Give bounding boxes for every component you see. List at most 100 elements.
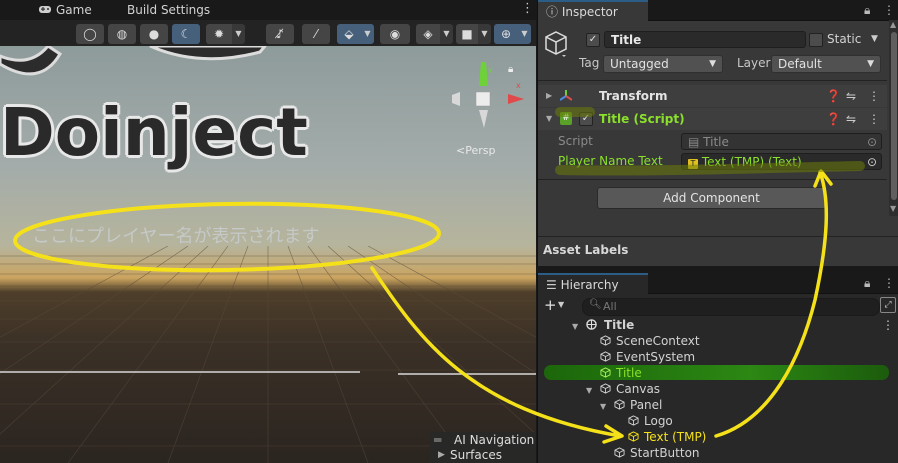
lock-icon[interactable]: 🔒︎ bbox=[864, 3, 870, 18]
gizmo-dropdown[interactable]: ▼ bbox=[361, 24, 374, 44]
layers-dropdown[interactable]: ▼ bbox=[440, 24, 453, 44]
unity-scene-icon bbox=[586, 317, 597, 333]
hierarchy-row-scene[interactable]: ▼ Title ⋮ bbox=[538, 317, 898, 333]
object-picker-icon[interactable]: ⊙ bbox=[867, 154, 877, 171]
fx-button[interactable]: ⁄ bbox=[302, 24, 330, 44]
audio-mute-icon: ♪̸ bbox=[276, 27, 284, 41]
component-enabled-checkbox[interactable]: ✓ bbox=[579, 112, 593, 126]
debug-icon: ✹ bbox=[213, 27, 225, 41]
foldout-arrow-icon[interactable]: ▶ bbox=[438, 450, 445, 460]
hierarchy-row-text-tmp[interactable]: Text (TMP) bbox=[538, 429, 898, 445]
hierarchy-row-canvas[interactable]: ▼ Canvas bbox=[538, 381, 898, 397]
more-options-icon[interactable]: ⋮ bbox=[883, 276, 895, 290]
more-options-icon[interactable]: ⋮ bbox=[521, 1, 534, 16]
surfaces-label[interactable]: Surfaces bbox=[450, 448, 502, 462]
lock-icon[interactable]: 🔒︎ bbox=[508, 64, 513, 75]
hierarchy-panel: ☰ Hierarchy 🔒︎ ⋮ + ▼ 🔍︎ All ⤢ ▼ Title ⋮ … bbox=[537, 273, 898, 463]
persp-label[interactable]: <Persp bbox=[456, 144, 495, 157]
shaded-button[interactable]: ● bbox=[140, 24, 168, 44]
hierarchy-row-logo[interactable]: Logo bbox=[538, 413, 898, 429]
title-script-component-header[interactable]: ▼ # ✓ Title (Script) ❓ ⇋ ⋮ bbox=[538, 108, 887, 130]
foldout-arrow-icon[interactable]: ▼ bbox=[546, 108, 552, 130]
static-label: Static bbox=[827, 32, 862, 46]
tag-label: Tag bbox=[579, 56, 600, 70]
add-icon[interactable]: + bbox=[544, 296, 557, 314]
audio-mute-button[interactable]: ♪̸ bbox=[266, 24, 294, 44]
hierarchy-tab-label: Hierarchy bbox=[560, 278, 619, 292]
inspector-panel: ⓘ Inspector 🔒︎ ⋮ ✓ Title Static ▼ Tag Un… bbox=[537, 0, 898, 266]
debug-draw-button[interactable]: ✹ bbox=[206, 24, 232, 44]
hierarchy-item-label: EventSystem bbox=[616, 350, 696, 364]
asset-labels-header[interactable]: Asset Labels bbox=[543, 243, 628, 257]
gameobject-cube-icon bbox=[600, 349, 611, 365]
more-options-icon[interactable]: ⋮ bbox=[868, 108, 880, 130]
transform-component-header[interactable]: ▶ Transform ❓ ⇋ ⋮ bbox=[538, 85, 887, 107]
camera-dropdown[interactable]: ▼ bbox=[478, 24, 491, 44]
more-options-icon[interactable]: ⋮ bbox=[882, 317, 894, 333]
foldout-arrow-icon[interactable]: ▶ bbox=[546, 85, 552, 107]
lock-icon[interactable]: 🔒︎ bbox=[864, 276, 870, 291]
layer-dropdown[interactable]: Default ▼ bbox=[771, 55, 881, 73]
shaded-wire-icon: ◍ bbox=[116, 27, 128, 41]
list-icon: ☰ bbox=[546, 278, 557, 292]
ai-navigation-label[interactable]: AI Navigation bbox=[454, 433, 534, 447]
divider bbox=[538, 80, 887, 81]
layer-label: Layer bbox=[737, 56, 771, 70]
player-name-text: ここにプレイヤー名が表示されます bbox=[32, 226, 320, 247]
preset-icon[interactable]: ⇋ bbox=[846, 85, 856, 107]
search-input[interactable]: 🔍︎ All bbox=[582, 298, 880, 316]
preset-icon[interactable]: ⇋ bbox=[846, 108, 856, 130]
layers-button[interactable]: ◈ bbox=[416, 24, 440, 44]
wireframe-button[interactable]: ◯ bbox=[76, 24, 104, 44]
object-name-field[interactable]: Title bbox=[604, 31, 806, 48]
help-icon[interactable]: ❓ bbox=[826, 108, 841, 130]
gamepad-icon bbox=[38, 4, 52, 15]
tag-dropdown[interactable]: Untagged ▼ bbox=[603, 55, 723, 73]
scrollbar-thumb[interactable] bbox=[891, 32, 897, 200]
visibility-button[interactable]: ◉ bbox=[380, 24, 410, 44]
scroll-down-icon[interactable]: ▼ bbox=[890, 204, 896, 213]
global-dropdown[interactable]: ▼ bbox=[518, 24, 531, 44]
gizmo-button[interactable]: ⬙ bbox=[337, 24, 361, 44]
more-options-icon[interactable]: ⋮ bbox=[883, 3, 895, 17]
inspector-scrollbar[interactable]: ▲ ▼ bbox=[889, 20, 898, 216]
panel-splitter[interactable] bbox=[537, 266, 898, 273]
tab-game[interactable]: Game bbox=[56, 0, 92, 20]
player-name-text-field[interactable]: T Text (TMP) (Text) ⊙ bbox=[681, 153, 882, 170]
scene-viewport[interactable]: Doinject ここにプレイヤー名が表示されます x y 🔒︎ <Persp bbox=[0, 46, 536, 463]
global-button[interactable]: ⊕ bbox=[494, 24, 518, 44]
add-component-button[interactable]: Add Component bbox=[597, 187, 826, 209]
scroll-up-icon[interactable]: ▲ bbox=[890, 20, 896, 29]
debug-draw-dropdown[interactable]: ▼ bbox=[232, 24, 245, 44]
search-by-type-icon[interactable]: ⤢ bbox=[880, 297, 896, 313]
hierarchy-row-panel[interactable]: ▼ Panel bbox=[538, 397, 898, 413]
lighting-button[interactable]: ☾ bbox=[172, 24, 200, 44]
camera-button[interactable]: ■ bbox=[456, 24, 478, 44]
scene-view: Game Build Settings ⋮ ◯ ◍ ● ☾ ✹ ▼ ♪̸ ⁄ ⬙… bbox=[0, 0, 536, 463]
help-icon[interactable]: ❓ bbox=[826, 85, 841, 107]
hierarchy-toolbar: + ▼ 🔍︎ All ⤢ bbox=[538, 294, 898, 318]
static-dropdown-arrow-icon[interactable]: ▼ bbox=[871, 34, 878, 44]
search-icon: 🔍︎ bbox=[589, 299, 602, 310]
shaded-wireframe-button[interactable]: ◍ bbox=[108, 24, 136, 44]
active-checkbox[interactable]: ✓ bbox=[586, 33, 600, 47]
hierarchy-row-eventsystem[interactable]: EventSystem bbox=[538, 349, 898, 365]
tab-build-settings[interactable]: Build Settings bbox=[127, 0, 210, 20]
gameobject-cube-icon bbox=[544, 30, 568, 58]
chevron-down-icon[interactable]: ▼ bbox=[558, 300, 564, 309]
hierarchy-row-scenecontext[interactable]: SceneContext bbox=[538, 333, 898, 349]
floor-grid bbox=[0, 246, 536, 463]
hierarchy-item-label: Panel bbox=[630, 398, 663, 412]
hierarchy-row-title-selected[interactable]: Title bbox=[538, 365, 898, 381]
more-options-icon[interactable]: ⋮ bbox=[868, 85, 880, 107]
hierarchy-item-label: Title bbox=[616, 366, 642, 380]
gameobject-cube-icon bbox=[600, 333, 611, 349]
static-checkbox[interactable] bbox=[809, 33, 823, 47]
chevron-down-icon: ▼ bbox=[709, 59, 716, 69]
hierarchy-item-label: Canvas bbox=[616, 382, 661, 396]
hierarchy-row-startbutton[interactable]: StartButton bbox=[538, 445, 898, 461]
hierarchy-item-label: Logo bbox=[644, 414, 673, 428]
gameobject-cube-icon bbox=[614, 445, 625, 461]
tab-hierarchy[interactable]: ☰ Hierarchy bbox=[538, 273, 648, 294]
tab-inspector[interactable]: ⓘ Inspector bbox=[538, 0, 648, 21]
